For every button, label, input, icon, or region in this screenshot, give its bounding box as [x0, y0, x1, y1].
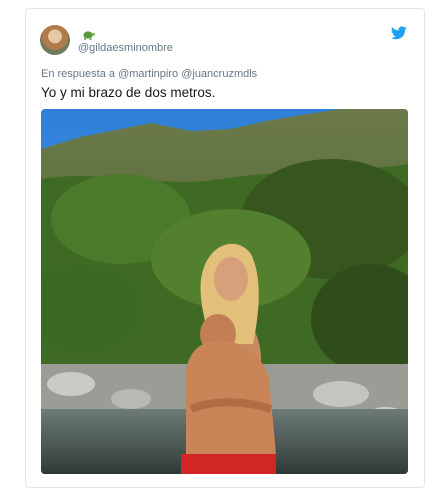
reply-prefix: En respuesta a: [41, 68, 115, 80]
tweet-text: Yo y mi brazo de dos metros.: [41, 85, 216, 100]
reply-context: En respuesta a @martinpiro @juancruzmdls: [41, 68, 257, 80]
tweet-photo[interactable]: [41, 109, 408, 474]
mention-link[interactable]: @juancruzmdls: [181, 68, 257, 80]
twitter-bird-icon[interactable]: [391, 26, 407, 40]
author-handle[interactable]: @gildaesminombre: [78, 42, 173, 54]
turtle-icon: [83, 31, 95, 40]
mention-link[interactable]: @martinpiro: [118, 68, 178, 80]
avatar[interactable]: [40, 25, 70, 55]
tweet-card: @gildaesminombre En respuesta a @martinp…: [25, 8, 425, 488]
